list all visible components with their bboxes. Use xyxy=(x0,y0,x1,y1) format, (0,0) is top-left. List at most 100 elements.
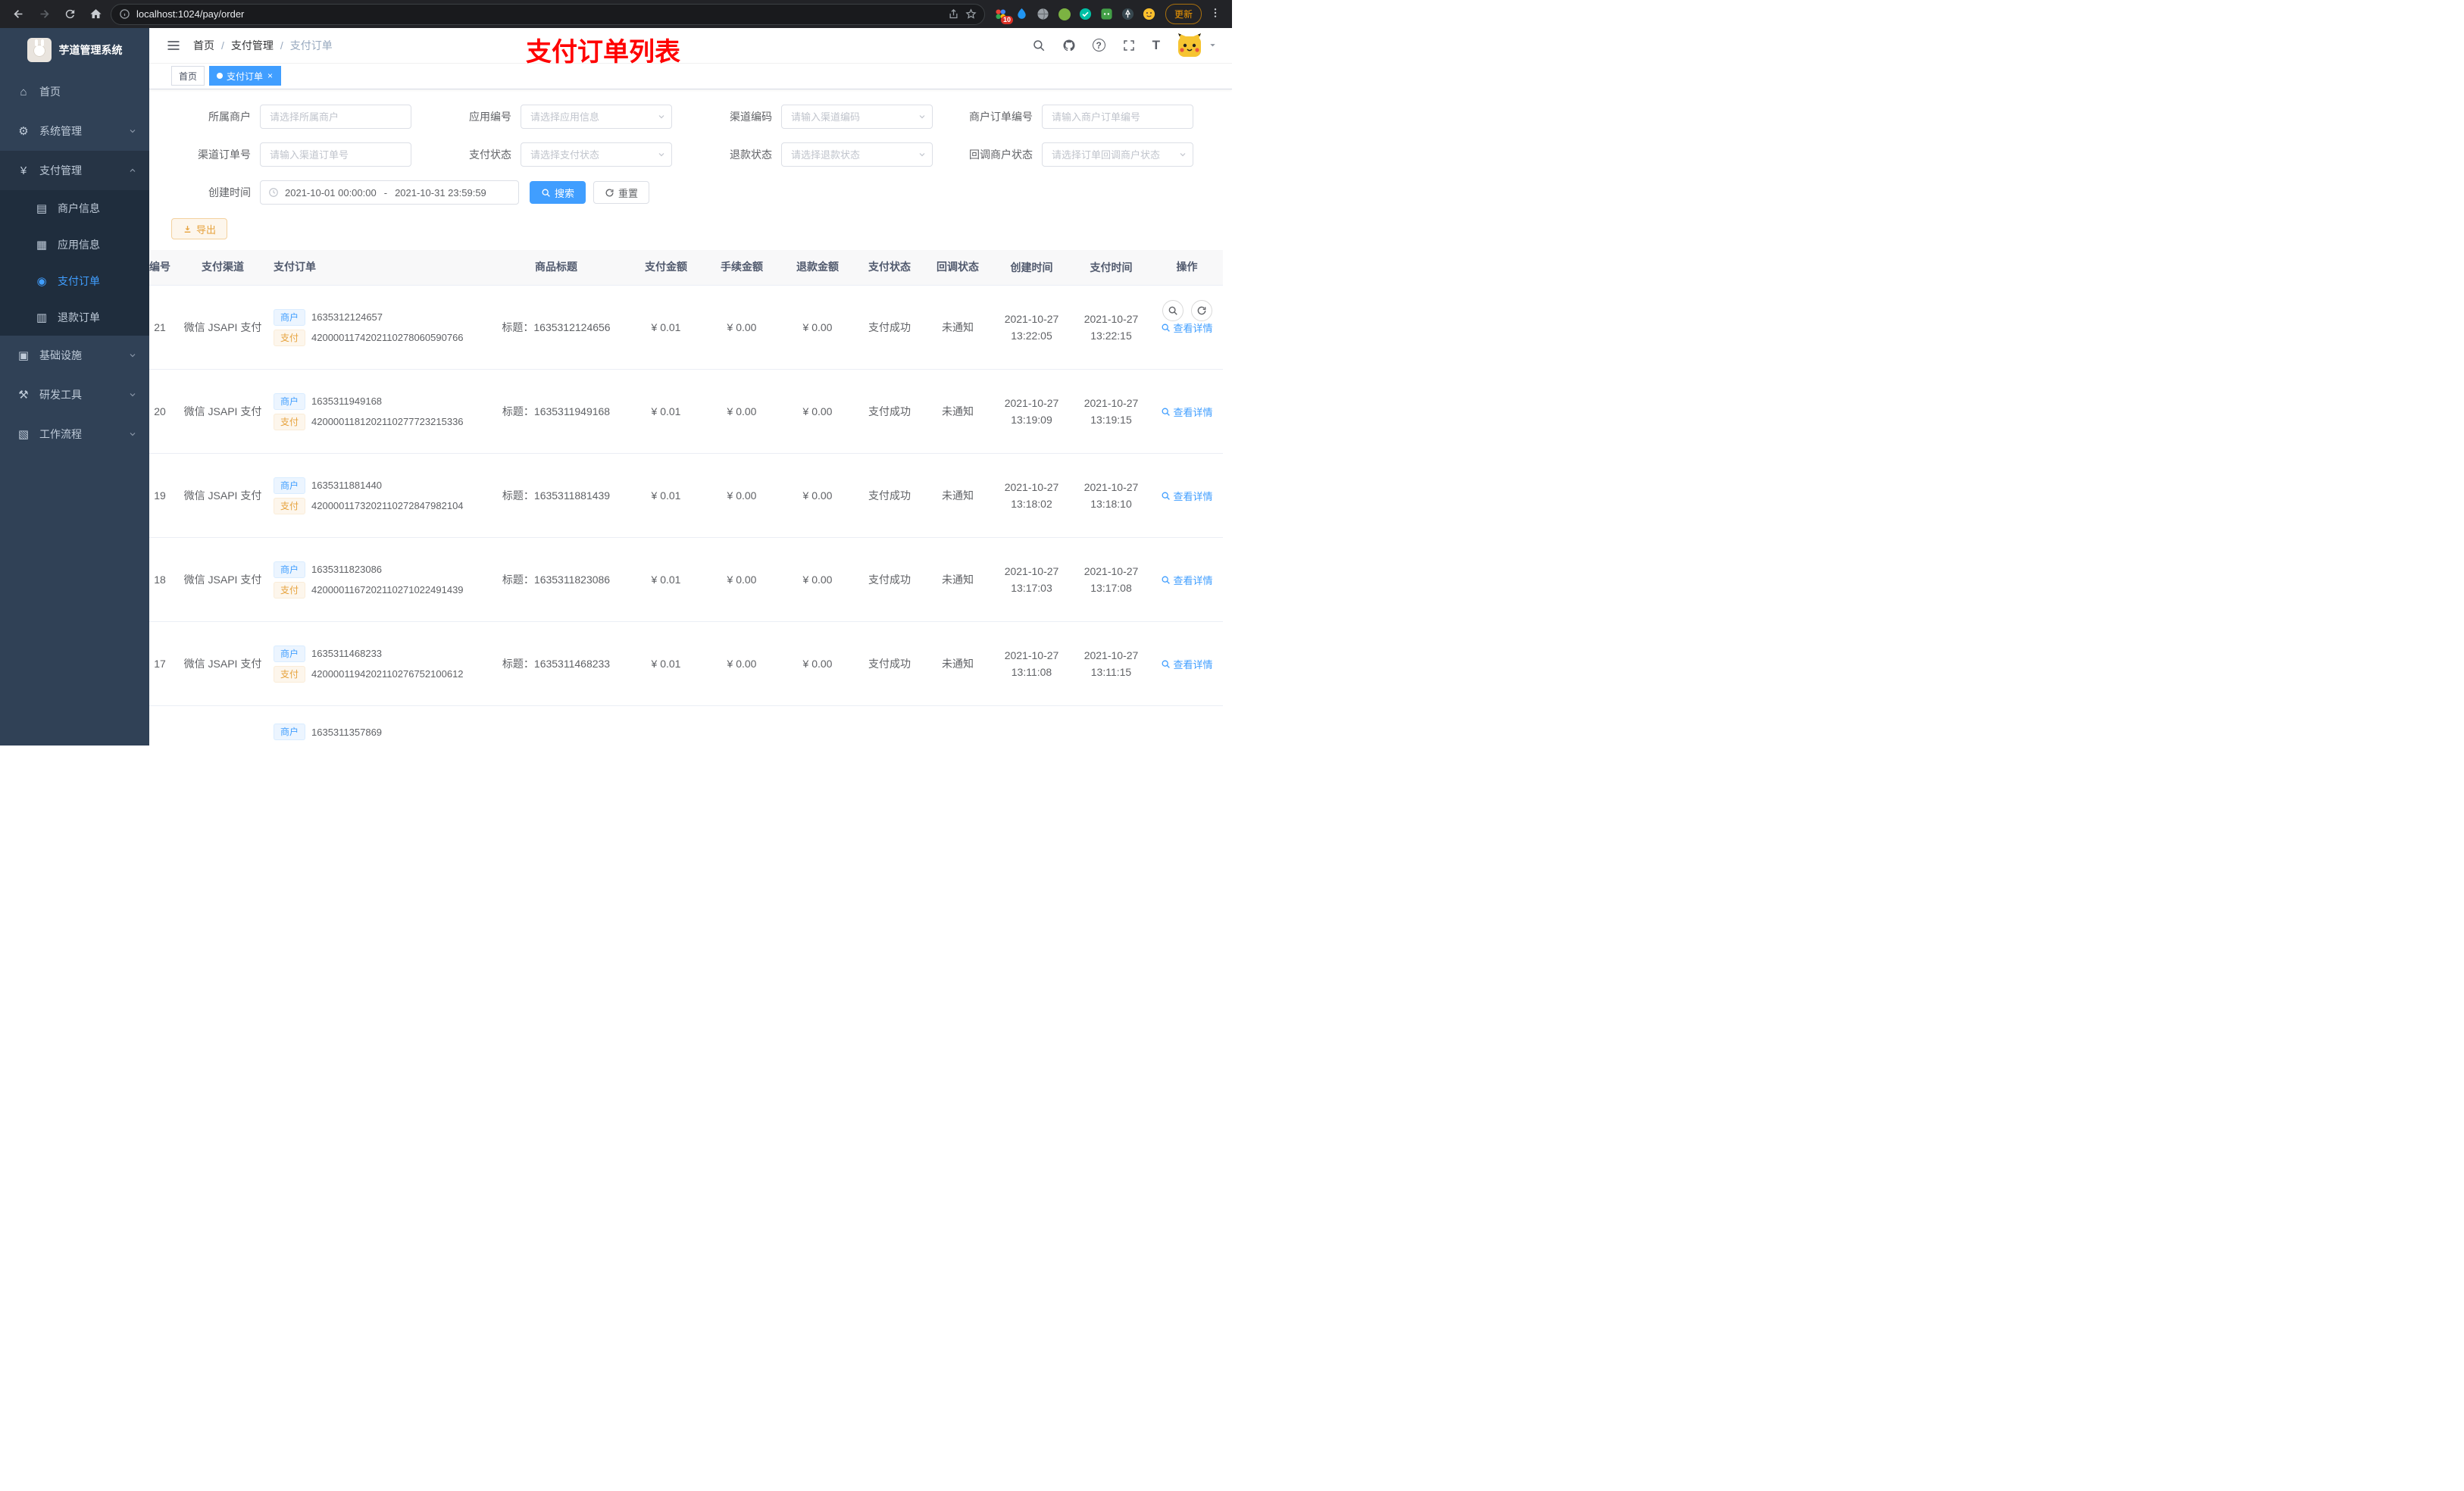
sidebar-item-app-info[interactable]: ▦ 应用信息 xyxy=(0,227,149,263)
sidebar-item-system[interactable]: ⚙ 系统管理 xyxy=(0,111,149,151)
search-icon[interactable] xyxy=(1032,39,1046,52)
back-icon xyxy=(13,10,22,18)
col-pay-order: 支付订单 xyxy=(274,261,316,274)
help-icon[interactable]: ? xyxy=(1092,39,1105,52)
order-id: 18 xyxy=(154,574,166,586)
extension-icon-cluster[interactable]: 10 xyxy=(994,8,1013,24)
pay-time: 2021-10-27 13:17:08 xyxy=(1083,565,1139,595)
view-detail-link[interactable]: 查看详情 xyxy=(1161,657,1213,671)
share-icon[interactable] xyxy=(948,8,959,20)
tab-home[interactable]: 首页 xyxy=(171,66,205,86)
pay-channel: 微信 JSAPI 支付 xyxy=(183,489,262,502)
col-status: 支付状态 xyxy=(868,261,911,274)
sidebar-item-workflow[interactable]: ▧ 工作流程 xyxy=(0,414,149,454)
site-info-icon[interactable] xyxy=(119,8,130,20)
active-dot-icon xyxy=(217,73,224,80)
bookmark-star-icon[interactable] xyxy=(965,8,977,20)
pay-amount: ¥ 0.01 xyxy=(651,574,681,586)
extension-icon-green-circle[interactable] xyxy=(1058,8,1071,21)
tab-pay-order[interactable]: 支付订单 × xyxy=(209,66,282,86)
channel-code-select[interactable] xyxy=(781,105,933,130)
filter-row-2: 渠道订单号 支付状态 退款状态 回调商户状态 xyxy=(177,142,1232,167)
extension-icon-drop[interactable] xyxy=(1015,8,1029,21)
target-icon: ◉ xyxy=(36,275,47,288)
close-icon[interactable]: × xyxy=(267,70,274,81)
export-button[interactable]: 导出 xyxy=(171,218,228,240)
notify-status: 未通知 xyxy=(942,489,974,502)
address-bar[interactable]: localhost:1024/pay/order xyxy=(111,3,985,25)
extension-icon-face[interactable] xyxy=(1143,8,1156,21)
gear-icon: ⚙ xyxy=(18,125,29,138)
search-button[interactable]: 搜索 xyxy=(530,181,586,205)
github-icon[interactable] xyxy=(1062,39,1076,52)
merchant-order-no: 1635312124657 xyxy=(311,311,383,324)
app-select[interactable] xyxy=(521,105,672,130)
breadcrumb-home[interactable]: 首页 xyxy=(193,38,214,53)
page-content: 所属商户 应用编号 渠道编码 商户订单编号 xyxy=(149,89,1232,746)
extension-icon-globe[interactable] xyxy=(1037,8,1050,21)
view-detail-link[interactable]: 查看详情 xyxy=(1161,573,1213,587)
sidebar-item-refund-order[interactable]: ▥ 退款订单 xyxy=(0,299,149,336)
view-detail-link[interactable]: 查看详情 xyxy=(1161,320,1213,335)
col-pay-time: 支付时间 xyxy=(1090,261,1133,274)
pay-channel: 微信 JSAPI 支付 xyxy=(183,321,262,334)
browser-window: localhost:1024/pay/order 10 更新 芋道管理系统 ⌂ … xyxy=(0,0,1232,746)
breadcrumb: 首页 / 支付管理 / 支付订单 xyxy=(193,38,333,53)
breadcrumb-pay-management[interactable]: 支付管理 xyxy=(231,38,274,53)
sidebar-item-home[interactable]: ⌂ 首页 xyxy=(0,72,149,111)
view-detail-link[interactable]: 查看详情 xyxy=(1161,489,1213,503)
create-time: 2021-10-27 13:18:02 xyxy=(1004,481,1059,511)
reload-button[interactable] xyxy=(59,4,80,25)
font-size-icon[interactable]: T xyxy=(1152,38,1160,53)
sidebar-item-infrastructure[interactable]: ▣ 基础设施 xyxy=(0,336,149,375)
url-text[interactable]: localhost:1024/pay/order xyxy=(136,8,942,20)
merchant-order-no: 1635311823086 xyxy=(311,564,383,576)
merchant-select[interactable] xyxy=(260,105,411,130)
sidebar-item-pay-order[interactable]: ◉ 支付订单 xyxy=(0,263,149,299)
sidebar-toggle-icon[interactable] xyxy=(160,38,187,53)
pay-time: 2021-10-27 13:11:15 xyxy=(1083,649,1139,679)
date-range-picker[interactable]: 2021-10-01 00:00:00 - 2021-10-31 23:59:5… xyxy=(260,180,519,205)
payment-submenu: ▤ 商户信息 ▦ 应用信息 ◉ 支付订单 ▥ 退款订单 xyxy=(0,190,149,336)
back-button[interactable] xyxy=(8,4,29,25)
date-start: 2021-10-01 00:00:00 xyxy=(285,186,377,198)
col-create-time: 创建时间 xyxy=(1010,261,1053,274)
refund-amount: ¥ 0.00 xyxy=(802,574,833,586)
extension-icon-pin[interactable] xyxy=(1121,8,1135,21)
extension-icon-check-circle[interactable] xyxy=(1079,8,1093,21)
create-time: 2021-10-27 13:11:08 xyxy=(1004,649,1059,679)
fee-amount: ¥ 0.00 xyxy=(727,321,757,334)
col-refund: 退款金额 xyxy=(796,261,839,274)
order-id: 21 xyxy=(154,321,166,334)
refund-status-select[interactable] xyxy=(781,142,933,167)
channel-order-no-input[interactable] xyxy=(260,142,411,167)
sidebar-item-merchant-info[interactable]: ▤ 商户信息 xyxy=(0,190,149,227)
grid-icon: ▦ xyxy=(36,239,48,252)
sidebar-item-payment[interactable]: ¥ 支付管理 xyxy=(0,151,149,190)
browser-menu-icon[interactable] xyxy=(1206,7,1224,21)
chevron-down-icon xyxy=(128,430,137,439)
search-icon xyxy=(1162,492,1171,500)
filter-row-3: 创建时间 2021-10-01 00:00:00 - 2021-10-31 23… xyxy=(177,180,1232,205)
sidebar-item-devtools[interactable]: ⚒ 研发工具 xyxy=(0,375,149,414)
notify-status-select[interactable] xyxy=(1042,142,1193,167)
fullscreen-icon[interactable] xyxy=(1122,39,1136,52)
extension-icon-chat-square[interactable] xyxy=(1100,8,1114,21)
create-time: 2021-10-27 13:19:09 xyxy=(1004,397,1059,427)
pay-status-select[interactable] xyxy=(521,142,672,167)
home-button[interactable] xyxy=(85,4,106,25)
briefcase-icon: ▧ xyxy=(17,428,30,441)
browser-update-button[interactable]: 更新 xyxy=(1165,4,1202,24)
merchant-order-no-input[interactable] xyxy=(1042,105,1193,130)
search-icon xyxy=(542,189,550,197)
pay-time: 2021-10-27 13:22:15 xyxy=(1083,313,1139,342)
view-detail-link[interactable]: 查看详情 xyxy=(1161,405,1213,419)
forward-button[interactable] xyxy=(33,4,55,25)
order-id: 19 xyxy=(154,489,166,502)
page-title-annotation: 支付订单列表 xyxy=(526,38,680,67)
reset-button[interactable]: 重置 xyxy=(593,181,650,205)
user-avatar-menu[interactable] xyxy=(1177,33,1217,58)
pay-amount: ¥ 0.01 xyxy=(651,489,681,502)
pay-order-cell: 商户 1635312124657 支付 42000011742021102780… xyxy=(264,305,484,350)
fee-amount: ¥ 0.00 xyxy=(727,489,757,502)
